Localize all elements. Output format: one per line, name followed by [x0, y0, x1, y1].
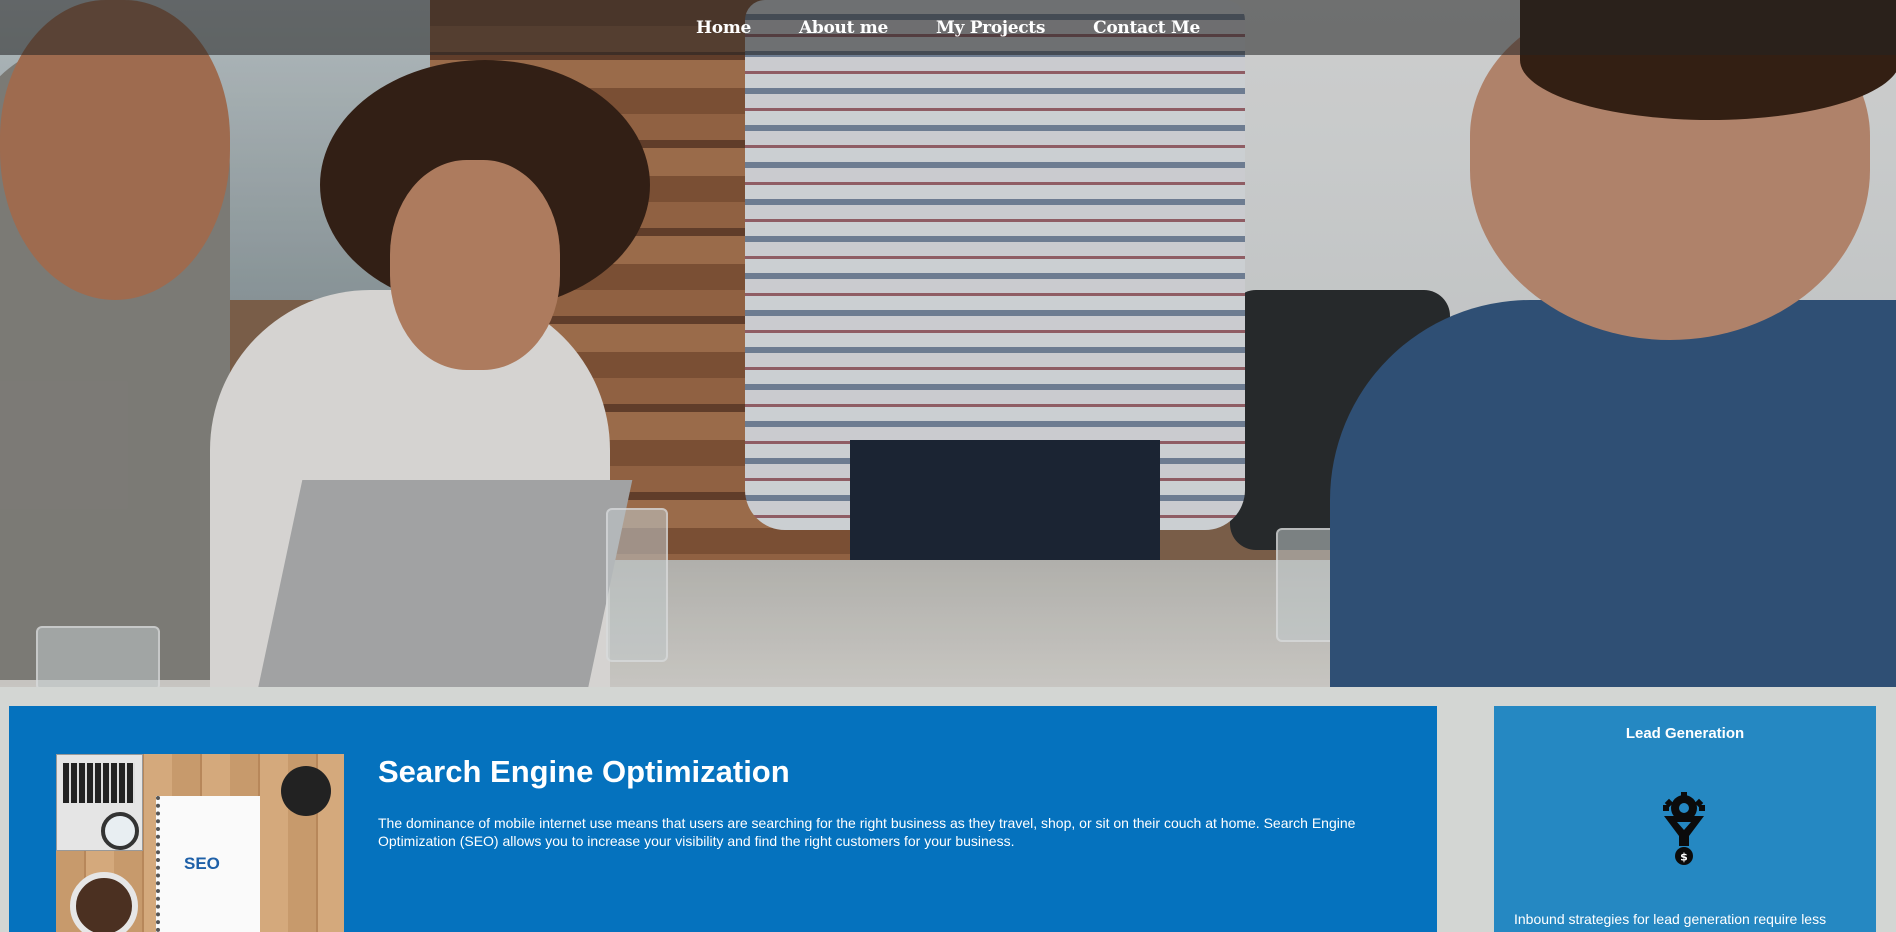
seo-description: The dominance of mobile internet use mea… — [378, 815, 1356, 849]
pen-holder-icon — [281, 766, 331, 816]
seo-title: Search Engine Optimization — [378, 754, 790, 789]
lead-generation-card: Lead Generation $ Inbound strategies for… — [1494, 706, 1876, 932]
nav-contact-link[interactable]: Contact Me — [1093, 18, 1200, 38]
nav-home-link[interactable]: Home — [696, 18, 751, 38]
lead-generation-title: Lead Generation — [1625, 725, 1745, 742]
lead-generation-description: Inbound strategies for lead generation r… — [1514, 911, 1827, 927]
nav-projects-link[interactable]: My Projects — [936, 18, 1045, 38]
coffee-cup-icon — [70, 872, 138, 932]
nav-about-link[interactable]: About me — [799, 18, 888, 38]
seo-image-word: SEO — [184, 854, 220, 873]
hero-image — [0, 0, 1896, 687]
seo-card: SEO Search Engine Optimization The domin… — [9, 706, 1437, 932]
funnel-gear-dollar-icon: $ — [1663, 792, 1705, 865]
magnifier-icon — [101, 812, 139, 850]
top-nav: Home About me My Projects Contact Me — [0, 0, 1896, 55]
hero-shade — [0, 0, 1896, 687]
seo-image: SEO — [56, 754, 344, 932]
svg-text:$: $ — [1680, 851, 1688, 864]
